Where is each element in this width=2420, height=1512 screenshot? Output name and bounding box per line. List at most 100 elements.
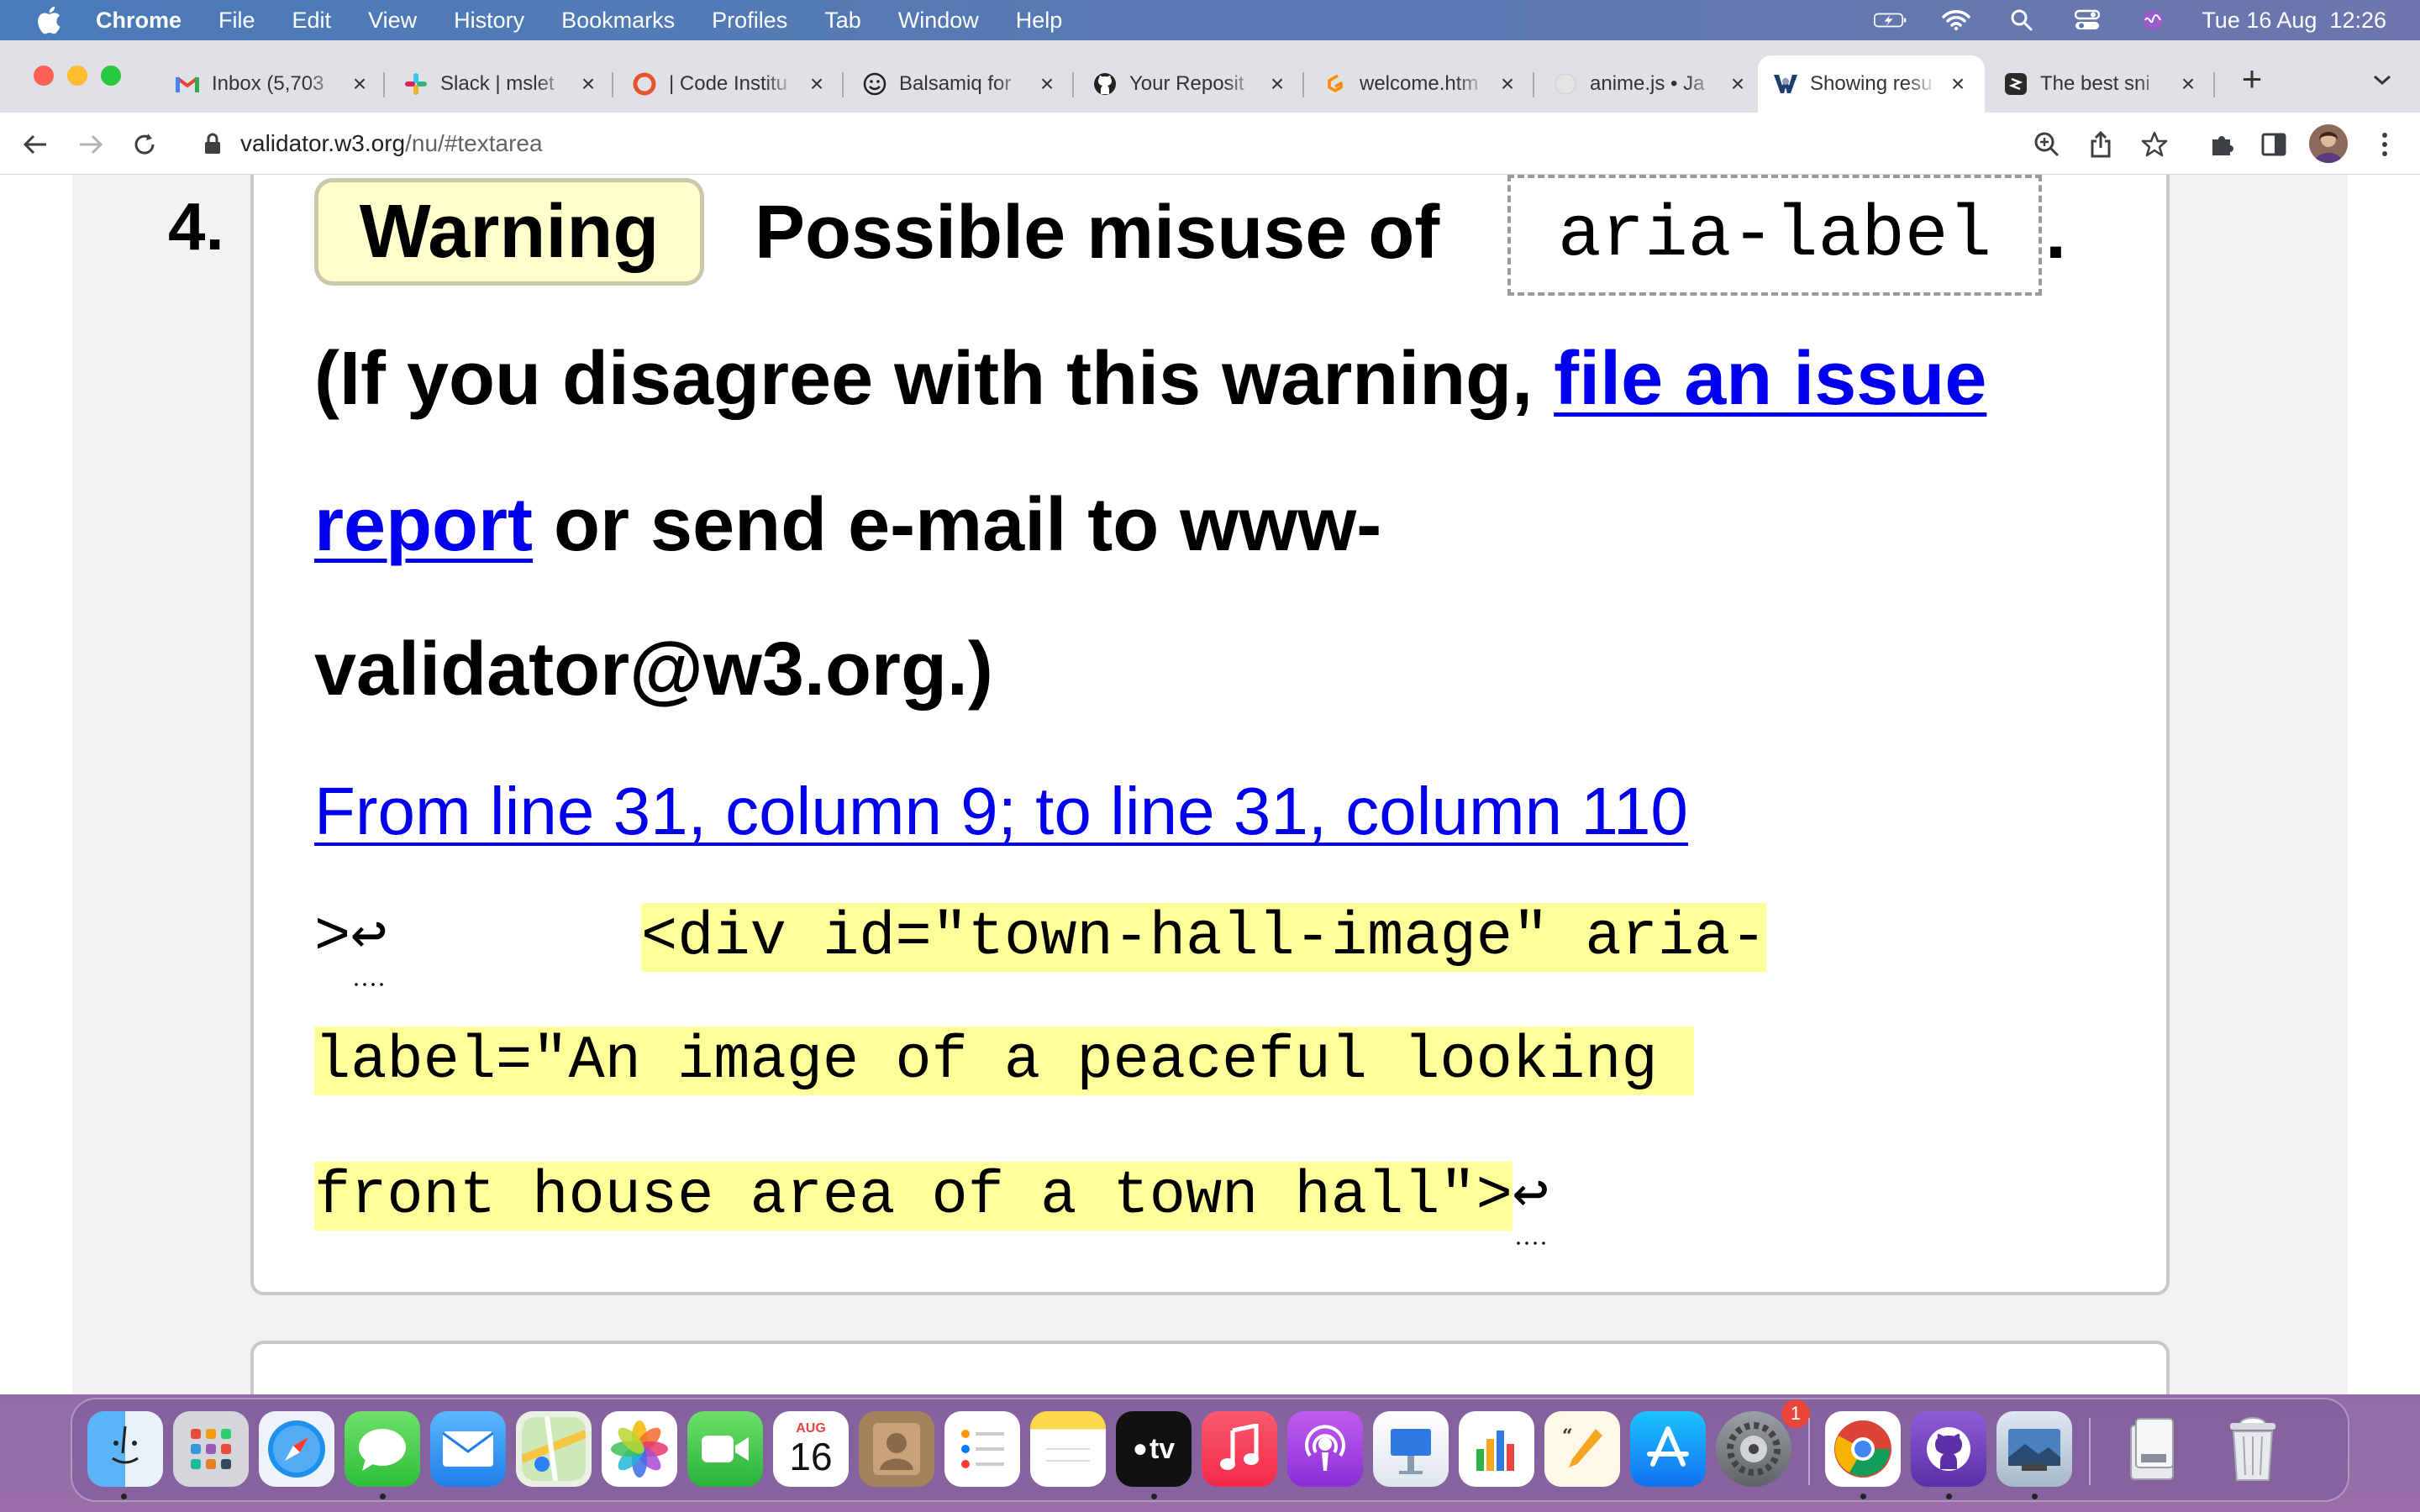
finder-icon[interactable] — [87, 1411, 163, 1487]
tab-separator — [842, 72, 844, 97]
launchpad-icon[interactable] — [173, 1411, 249, 1487]
close-tab-icon[interactable]: × — [1946, 71, 1970, 97]
address-bar[interactable]: validator.w3.org/nu/#textarea — [180, 119, 2028, 168]
facetime-icon[interactable] — [687, 1411, 763, 1487]
code-institute-icon — [632, 71, 657, 97]
close-tab-icon[interactable]: × — [1265, 71, 1289, 97]
chrome-icon[interactable] — [1825, 1411, 1901, 1487]
warning-badge: Warning — [314, 178, 704, 286]
menu-help[interactable]: Help — [1016, 8, 1063, 34]
keynote-icon[interactable] — [1373, 1411, 1449, 1487]
trash-icon[interactable] — [2215, 1411, 2291, 1487]
close-window-button[interactable] — [34, 66, 54, 86]
safari-icon[interactable] — [259, 1411, 334, 1487]
running-indicator — [121, 1494, 127, 1499]
menu-app-name[interactable]: Chrome — [96, 8, 182, 34]
system-preferences-icon[interactable] — [1716, 1411, 1791, 1487]
siri-icon[interactable] — [2136, 8, 2170, 32]
github-desktop-icon[interactable] — [1911, 1411, 1986, 1487]
email-text: or send e-mail to www- — [554, 483, 1382, 567]
lock-icon[interactable] — [202, 131, 224, 156]
wifi-icon[interactable] — [1939, 8, 1973, 32]
photos-icon[interactable] — [602, 1411, 677, 1487]
new-tab-button[interactable]: + — [2235, 59, 2269, 98]
close-tab-icon[interactable]: × — [805, 71, 829, 97]
tab-balsamiq[interactable]: Balsamiq for × — [849, 55, 1069, 113]
tab-title: Showing resu — [1810, 72, 1933, 95]
extensions-puzzle-icon[interactable] — [2205, 128, 2238, 161]
report-link[interactable]: report — [314, 483, 533, 567]
tab-code-institute[interactable]: | Code Institu × — [618, 55, 839, 113]
tab-anime-js[interactable]: anime.js • Ja × — [1539, 55, 1760, 113]
tab-search-chevron-icon[interactable] — [2368, 66, 2396, 94]
tab-github[interactable]: Your Reposit × — [1079, 55, 1299, 113]
forward-arrow-icon[interactable] — [74, 128, 108, 161]
menu-history[interactable]: History — [454, 8, 524, 34]
code-extract-line-3: front house area of a town hall">↩ — [314, 1156, 1549, 1246]
url-path: /nu/#textarea — [405, 130, 543, 156]
battery-charging-icon[interactable] — [1874, 8, 1907, 32]
spotlight-search-icon[interactable] — [2005, 8, 2039, 32]
menu-view[interactable]: View — [368, 8, 417, 34]
github-icon — [1092, 71, 1118, 97]
menu-window[interactable]: Window — [898, 8, 979, 34]
apple-tv-icon[interactable]: ● tv — [1116, 1411, 1192, 1487]
apple-menu-icon[interactable] — [34, 5, 64, 35]
minimize-window-button[interactable] — [67, 66, 87, 86]
messages-icon[interactable] — [345, 1411, 420, 1487]
menu-tab[interactable]: Tab — [824, 8, 861, 34]
downloads-folder-icon[interactable] — [2114, 1411, 2190, 1487]
notes-icon[interactable] — [1030, 1411, 1106, 1487]
reminders-icon[interactable] — [944, 1411, 1020, 1487]
source-location-link[interactable]: From line 31, column 9; to line 31, colu… — [314, 773, 1688, 850]
side-panel-icon[interactable] — [2257, 128, 2291, 161]
control-center-icon[interactable] — [2070, 8, 2104, 32]
menubar-clock[interactable]: Tue 16 Aug 12:26 — [2202, 8, 2386, 34]
tab-snippets[interactable]: The best sni × — [1990, 55, 2210, 113]
app-store-icon[interactable] — [1630, 1411, 1706, 1487]
tab-separator — [1072, 72, 1074, 97]
podcasts-icon[interactable] — [1287, 1411, 1363, 1487]
page-viewport[interactable]: 4. Warning Possible misuse of aria-label… — [0, 175, 2420, 1394]
message-number: 4. — [168, 189, 224, 264]
zoom-window-button[interactable] — [101, 66, 121, 86]
close-tab-icon[interactable]: × — [2176, 71, 2200, 97]
bookmark-star-icon[interactable] — [2138, 128, 2171, 161]
chrome-menu-icon[interactable] — [2368, 128, 2402, 161]
reload-icon[interactable] — [128, 128, 161, 161]
apple-tv-label: tv — [1149, 1432, 1176, 1465]
code-prefix: > — [314, 903, 351, 972]
running-indicator — [1151, 1494, 1157, 1499]
menu-edit[interactable]: Edit — [292, 8, 332, 34]
close-tab-icon[interactable]: × — [1726, 71, 1749, 97]
back-arrow-icon[interactable] — [18, 128, 52, 161]
tab-slack[interactable]: Slack | mslet × — [390, 55, 607, 113]
calendar-icon[interactable]: AUG 16 — [773, 1411, 849, 1487]
report-line: report or send e-mail to www- — [314, 482, 1381, 569]
url-text[interactable]: validator.w3.org/nu/#textarea — [240, 130, 543, 157]
pages-icon[interactable]: “ — [1544, 1411, 1620, 1487]
apple-glyph: ● — [1132, 1435, 1148, 1462]
mail-icon[interactable] — [430, 1411, 506, 1487]
close-tab-icon[interactable]: × — [348, 71, 371, 97]
share-icon[interactable] — [2084, 128, 2118, 161]
file-issue-link[interactable]: file an issue — [1554, 337, 1986, 421]
snippet-icon — [2003, 71, 2028, 97]
profile-avatar[interactable] — [2309, 124, 2348, 163]
close-tab-icon[interactable]: × — [1496, 71, 1519, 97]
close-tab-icon[interactable]: × — [1035, 71, 1059, 97]
menu-bookmarks[interactable]: Bookmarks — [561, 8, 675, 34]
music-icon[interactable] — [1202, 1411, 1277, 1487]
menu-profiles[interactable]: Profiles — [712, 8, 787, 34]
maps-icon[interactable] — [516, 1411, 592, 1487]
menu-file[interactable]: File — [218, 8, 255, 34]
close-tab-icon[interactable]: × — [576, 71, 600, 97]
zoom-icon[interactable] — [2030, 128, 2064, 161]
numbers-icon[interactable] — [1459, 1411, 1534, 1487]
tab-w3c-validator[interactable]: Showing resu × — [1758, 55, 1985, 113]
tab-gmail[interactable]: Inbox (5,703 × — [161, 55, 378, 113]
return-icon: ↩ — [1512, 1156, 1549, 1246]
preview-icon[interactable] — [1996, 1411, 2072, 1487]
tab-gitpod[interactable]: welcome.htm × — [1309, 55, 1529, 113]
contacts-icon[interactable] — [859, 1411, 934, 1487]
